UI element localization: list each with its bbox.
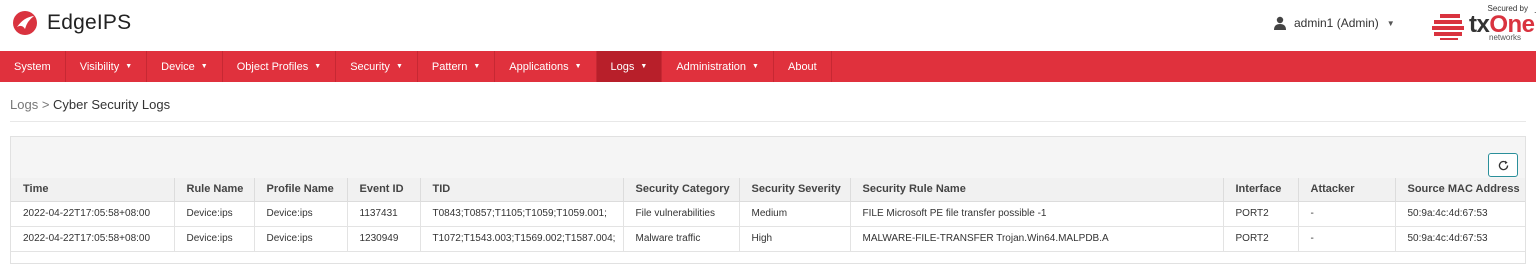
column-header-security-severity[interactable]: Security Severity [739,178,851,202]
table-body: 2022-04-22T17:05:58+08:00 Device:ips Devic… [11,201,1525,252]
table-header-row: Time Rule Name Profile Name Event ID TID Secu… [11,178,1525,202]
table-cell: Device:ips [174,226,255,252]
app-header: EdgeIPS admin1 (Admin) ▼ Secured by txOn… [0,0,1536,50]
breadcrumb: Logs > Cyber Security Logs [10,97,170,112]
column-header-interface[interactable]: Interface [1223,178,1299,202]
table-cell: 2022-04-22T17:05:58+08:00 [11,201,175,227]
column-header-rule-name[interactable]: Rule Name [174,178,255,202]
breadcrumb-separator: > [41,97,50,112]
chevron-down-icon: ▼ [574,63,582,70]
nav-item-label: Object Profiles [236,60,309,73]
breadcrumb-current: Cyber Security Logs [53,97,171,112]
nav-item-label: Security [350,60,390,73]
column-header-attacker[interactable]: Attacker [1298,178,1396,202]
table-cell: T1072;T1543.003;T1569.002;T1587.004; [420,226,624,252]
column-header-event-id[interactable]: Event ID [347,178,421,202]
chevron-down-icon: ▼ [395,63,403,70]
table-cell: 2022-04-22T17:05:58+08:00 [11,226,175,252]
nav-item-system[interactable]: System [0,51,66,82]
nav-item-label: Administration [676,60,747,73]
breadcrumb-parent[interactable]: Logs [10,97,38,112]
txone-logo-icon [13,11,37,35]
table-cell: 50:9a:4c:4d:67:53 [1395,226,1525,252]
nav-item-label: Visibility [79,60,120,73]
table-cell: Medium [739,201,851,227]
user-label: admin1 (Admin) [1294,16,1379,30]
nav-item-security[interactable]: Security ▼ [336,51,418,82]
table-row[interactable]: 2022-04-22T17:05:58+08:00 Device:ips Devic… [11,226,1525,252]
nav-item-device[interactable]: Device ▼ [147,51,223,82]
table-cell: FILE Microsoft PE file transfer possible… [850,201,1224,227]
app-title: EdgeIPS [47,11,132,34]
table-cell: MALWARE-FILE-TRANSFER Trojan.Win64.MALPD… [850,226,1224,252]
chevron-down-icon: ▼ [125,63,133,70]
table-cell: T0843;T0857;T1105;T1059;T1059.001; [420,201,624,227]
table-row[interactable]: 2022-04-22T17:05:58+08:00 Device:ips Devic… [11,201,1525,227]
txone-mark-icon [1432,14,1464,40]
table-cell: Malware traffic [623,226,740,252]
txone-brand-logo: Secured by txOneTM networks [1432,4,1536,44]
column-header-source-mac-address[interactable]: Source MAC Address [1395,178,1525,202]
refresh-icon [1498,160,1508,170]
table-cell: - [1298,201,1396,227]
table-cell: Device:ips [254,226,348,252]
brand-sub: networks [1489,33,1522,42]
chevron-down-icon: ▼ [473,63,481,70]
cyber-security-logs-table: Time Rule Name Profile Name Event ID TID Secu… [11,178,1525,252]
column-header-security-rule-name[interactable]: Security Rule Name [850,178,1224,202]
column-header-time[interactable]: Time [11,178,175,202]
chevron-down-icon: ▼ [752,63,759,70]
logs-panel: Time Rule Name Profile Name Event ID TID Secu… [10,136,1526,264]
refresh-button[interactable] [1488,153,1518,177]
nav-item-label: About [787,60,817,73]
table-cell: 1230949 [347,226,421,252]
nav-item-applications[interactable]: Applications ▼ [495,51,597,82]
nav-item-pattern[interactable]: Pattern ▼ [418,51,496,82]
nav-item-label: Pattern [431,60,468,73]
table-cell: File vulnerabilities [623,201,740,227]
user-menu[interactable]: admin1 (Admin) ▼ [1273,16,1395,30]
table-cell: Device:ips [174,201,255,227]
chevron-down-icon: ▼ [200,63,208,70]
table-cell: 1137431 [347,201,421,227]
table-cell: Device:ips [254,201,348,227]
brand-name-prefix: tx [1469,11,1490,38]
panel-toolbar [11,137,1525,178]
nav-item-label: System [14,60,51,73]
breadcrumb-divider [10,121,1526,122]
nav-item-object-profiles[interactable]: Object Profiles ▼ [223,51,337,82]
column-header-tid[interactable]: TID [420,178,624,202]
chevron-down-icon: ▼ [1386,18,1395,28]
main-nav: System Visibility ▼ Device ▼ Object Profiles ▼… [0,51,1536,82]
table-cell: PORT2 [1223,226,1299,252]
column-header-security-category[interactable]: Security Category [623,178,740,202]
chevron-down-icon: ▼ [640,63,648,70]
nav-item-logs[interactable]: Logs ▼ [596,51,663,82]
app-logo[interactable]: EdgeIPS [12,10,131,36]
nav-item-visibility[interactable]: Visibility ▼ [66,51,148,82]
table-cell: PORT2 [1223,201,1299,227]
table-cell: - [1298,226,1396,252]
nav-item-label: Logs [610,60,635,73]
user-icon [1274,16,1286,30]
nav-item-administration[interactable]: Administration ▼ [662,51,774,82]
column-header-profile-name[interactable]: Profile Name [254,178,348,202]
nav-item-about[interactable]: About [774,51,832,82]
table-cell: High [739,226,851,252]
chevron-down-icon: ▼ [314,63,322,70]
nav-item-label: Applications [509,60,569,73]
table-cell: 50:9a:4c:4d:67:53 [1395,201,1525,227]
nav-item-label: Device [161,60,195,73]
